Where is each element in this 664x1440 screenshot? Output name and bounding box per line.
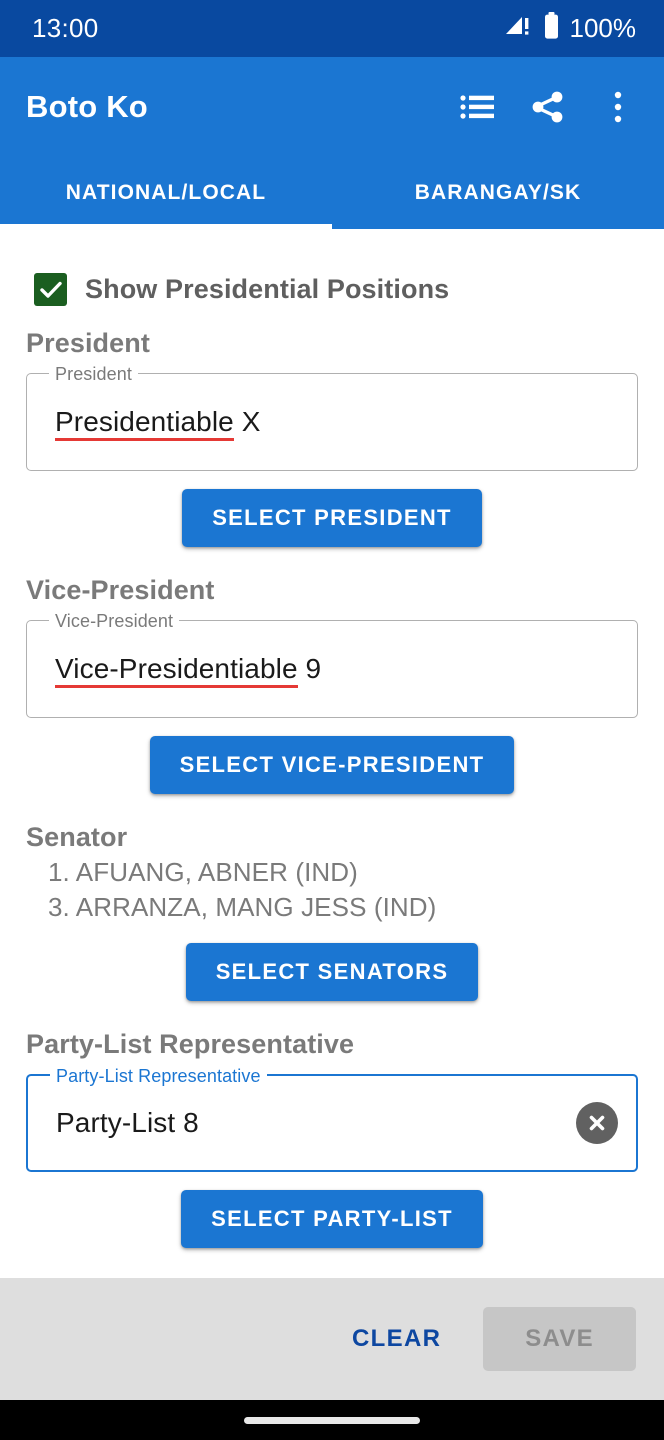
signal-warning-icon bbox=[505, 13, 533, 44]
show-presidential-positions-checkbox[interactable] bbox=[34, 273, 67, 306]
vice-president-value-spellchecked: Vice-Presidentiable bbox=[55, 653, 298, 688]
vice-president-field[interactable]: Vice-President Vice-Presidentiable 9 bbox=[26, 610, 638, 718]
president-value-spellchecked: Presidentiable bbox=[55, 406, 234, 441]
overflow-menu-icon[interactable] bbox=[590, 79, 646, 135]
section-heading-senator: Senator bbox=[26, 822, 128, 852]
select-party-list-button[interactable]: SELECT PARTY-LIST bbox=[181, 1190, 483, 1248]
president-field-legend: President bbox=[49, 363, 138, 385]
ballot-form-scroll[interactable]: Show Presidential Positions President Pr… bbox=[0, 229, 664, 1278]
bottom-action-bar: CLEAR SAVE bbox=[0, 1278, 664, 1400]
status-bar: 13:00 100% bbox=[0, 0, 664, 57]
select-senators-button[interactable]: SELECT SENATORS bbox=[185, 943, 479, 1001]
party-list-field-value: Party-List 8 bbox=[56, 1107, 199, 1138]
tab-national-local[interactable]: NATIONAL/LOCAL bbox=[0, 157, 332, 229]
save-button: SAVE bbox=[483, 1307, 636, 1371]
clear-button[interactable]: CLEAR bbox=[332, 1311, 461, 1367]
list-item: 1. AFUANG, ABNER (IND) bbox=[48, 857, 358, 887]
show-presidential-positions-row[interactable]: Show Presidential Positions bbox=[0, 229, 664, 306]
app-bar-actions bbox=[450, 79, 646, 135]
vice-president-value-suffix: 9 bbox=[297, 653, 322, 684]
clear-circle-icon[interactable] bbox=[576, 1102, 618, 1144]
vice-president-field-wrap[interactable]: Vice-President Vice-Presidentiable 9 bbox=[26, 610, 638, 718]
section-heading-party-list: Party-List Representative bbox=[26, 1029, 355, 1059]
select-vice-president-button[interactable]: SELECT VICE-PRESIDENT bbox=[149, 736, 515, 794]
battery-percent-label: 100% bbox=[569, 13, 637, 43]
president-value-suffix: X bbox=[233, 406, 261, 437]
tab-barangay-sk[interactable]: BARANGAY/SK bbox=[332, 157, 664, 229]
status-indicators: 100% bbox=[505, 12, 637, 45]
system-navigation-bar bbox=[0, 1400, 664, 1440]
party-list-field[interactable]: Party-List Representative Party-List 8 bbox=[26, 1065, 638, 1172]
select-president-button[interactable]: SELECT PRESIDENT bbox=[182, 489, 482, 547]
app-title: Boto Ko bbox=[26, 89, 148, 124]
president-field-value: Presidentiable X bbox=[55, 406, 619, 441]
tab-bar: NATIONAL/LOCAL BARANGAY/SK bbox=[0, 157, 664, 229]
vice-president-field-legend: Vice-President bbox=[49, 610, 180, 632]
view-list-icon[interactable] bbox=[450, 79, 506, 135]
section-heading-vice-president: Vice-President bbox=[26, 575, 215, 605]
list-item: 3. ARRANZA, MANG JESS (IND) bbox=[48, 892, 437, 922]
share-icon[interactable] bbox=[520, 79, 576, 135]
party-list-field-legend: Party-List Representative bbox=[50, 1065, 267, 1087]
tab-barangay-sk-label: BARANGAY/SK bbox=[414, 181, 582, 204]
app-bar: Boto Ko bbox=[0, 57, 664, 157]
show-presidential-positions-label: Show Presidential Positions bbox=[85, 274, 450, 304]
vice-president-field-value: Vice-Presidentiable 9 bbox=[55, 653, 619, 688]
section-heading-president: President bbox=[26, 328, 150, 358]
tab-national-local-label: NATIONAL/LOCAL bbox=[65, 181, 267, 204]
battery-full-icon bbox=[543, 12, 560, 45]
check-icon bbox=[39, 281, 62, 298]
home-gesture-pill[interactable] bbox=[244, 1416, 420, 1424]
president-field-wrap[interactable]: President Presidentiable X bbox=[26, 363, 638, 471]
app-root: 13:00 100% Boto Ko NATIONAL/LOCAL BARANG… bbox=[0, 0, 664, 1440]
party-list-field-wrap[interactable]: Party-List Representative Party-List 8 bbox=[26, 1065, 638, 1172]
president-field[interactable]: President Presidentiable X bbox=[26, 363, 638, 471]
status-clock: 13:00 bbox=[32, 13, 99, 43]
selected-senators-list: 1. AFUANG, ABNER (IND) 3. ARRANZA, MANG … bbox=[0, 853, 664, 925]
